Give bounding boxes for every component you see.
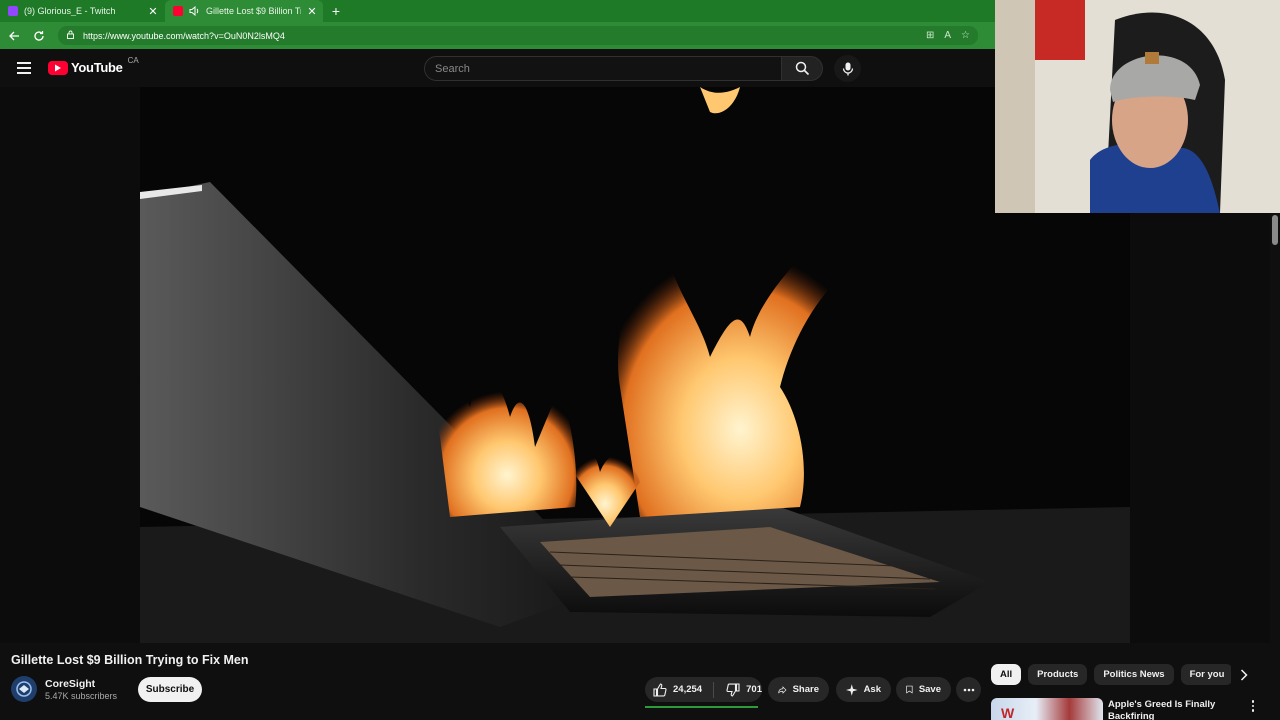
scrollbar-thumb[interactable] [1272,215,1278,245]
save-button[interactable]: Save [896,677,951,702]
search-icon [795,61,809,76]
video-frame-burning-laptop [140,87,1130,643]
streamer-webcam-image [995,0,1280,213]
search-placeholder: Search [435,62,470,75]
search-button[interactable] [781,56,823,81]
chip-all[interactable]: All [991,664,1022,685]
video-player[interactable] [140,87,1130,643]
more-actions-button[interactable] [956,677,981,702]
voice-search-button[interactable] [834,55,861,82]
subscriber-count: 5.47K subscribers [45,691,118,701]
tab-title: Gillette Lost $9 Billion Trying [206,6,301,16]
tab-close-icon[interactable]: ✕ [147,5,159,18]
browser-tab-twitch[interactable]: (9) Glorious_E - Twitch ✕ [0,0,165,22]
share-icon [778,685,787,694]
thumbs-up-icon [653,682,667,697]
share-button[interactable]: Share [768,677,829,702]
like-button[interactable]: 24,254 [645,682,707,697]
url-text: https://www.youtube.com/watch?v=OuN0N2ls… [83,30,285,41]
share-label: Share [792,684,819,695]
menu-icon[interactable] [17,62,31,74]
youtube-play-icon [48,60,68,75]
tab-title: (9) Glorious_E - Twitch [24,6,116,16]
microphone-icon [842,62,853,75]
more-horizontal-icon [963,688,974,691]
reload-button[interactable] [28,25,50,47]
dislike-button[interactable]: 701 [720,682,762,697]
webcam-overlay [995,0,1280,213]
chip-for-you[interactable]: For you [1180,664,1231,685]
subscribe-button[interactable]: Subscribe [138,677,202,702]
new-tab-button[interactable]: + [323,0,349,22]
chevron-right-icon [1240,669,1248,681]
browser-tab-youtube[interactable]: Gillette Lost $9 Billion Trying ✕ [165,0,323,22]
read-aloud-icon[interactable]: A [944,30,951,41]
svg-text:W: W [1001,705,1015,720]
search-input[interactable]: Search [424,56,782,81]
twitch-favicon-icon [8,6,18,16]
chips-next-button[interactable] [1234,664,1254,686]
video-title: Gillette Lost $9 Billion Trying to Fix M… [11,653,249,667]
save-label: Save [918,684,941,695]
site-info-icon[interactable] [66,30,75,41]
app-icon[interactable]: ⊞ [926,30,934,41]
like-ratio-bar [645,706,758,708]
filter-chips: All Products Politics News For you R [991,664,1231,686]
browser-tab-bar: (9) Glorious_E - Twitch ✕ Gillette Lost … [0,0,995,22]
ask-label: Ask [863,684,881,695]
recommendation-title[interactable]: Apple's Greed Is Finally Backfiring [1108,699,1243,720]
country-code: CA [127,56,139,65]
youtube-header: YouTube CA Search [0,49,995,87]
thumbs-down-icon [726,682,740,697]
like-count: 24,254 [673,684,703,695]
tab-close-icon[interactable]: ✕ [307,5,317,18]
youtube-wordmark: YouTube [71,60,123,75]
player-letterbox-left [0,87,140,643]
recommendation-menu-icon[interactable] [1248,700,1258,714]
like-divider [713,681,715,698]
browser-address-bar: https://www.youtube.com/watch?v=OuN0N2ls… [0,22,995,49]
ask-button[interactable]: Ask [836,677,891,702]
channel-avatar[interactable] [11,676,37,702]
sparkle-icon [846,683,858,696]
channel-name[interactable]: CoreSight [45,678,95,690]
bookmark-icon [906,685,913,694]
youtube-favicon-icon [173,6,183,16]
recommendation-thumbnail[interactable]: W [991,698,1103,720]
chip-products[interactable]: Products [1028,664,1088,685]
youtube-logo[interactable]: YouTube CA [48,56,139,75]
speaker-icon[interactable] [189,6,200,16]
url-input[interactable]: https://www.youtube.com/watch?v=OuN0N2ls… [58,26,978,45]
like-dislike-group: 24,254 701 [645,677,762,702]
chip-politics-news[interactable]: Politics News [1094,664,1174,685]
back-button[interactable] [3,25,25,47]
page-scrollbar[interactable] [1270,213,1280,720]
dislike-count: 701 [746,684,762,695]
favorite-star-icon[interactable]: ☆ [961,30,970,41]
